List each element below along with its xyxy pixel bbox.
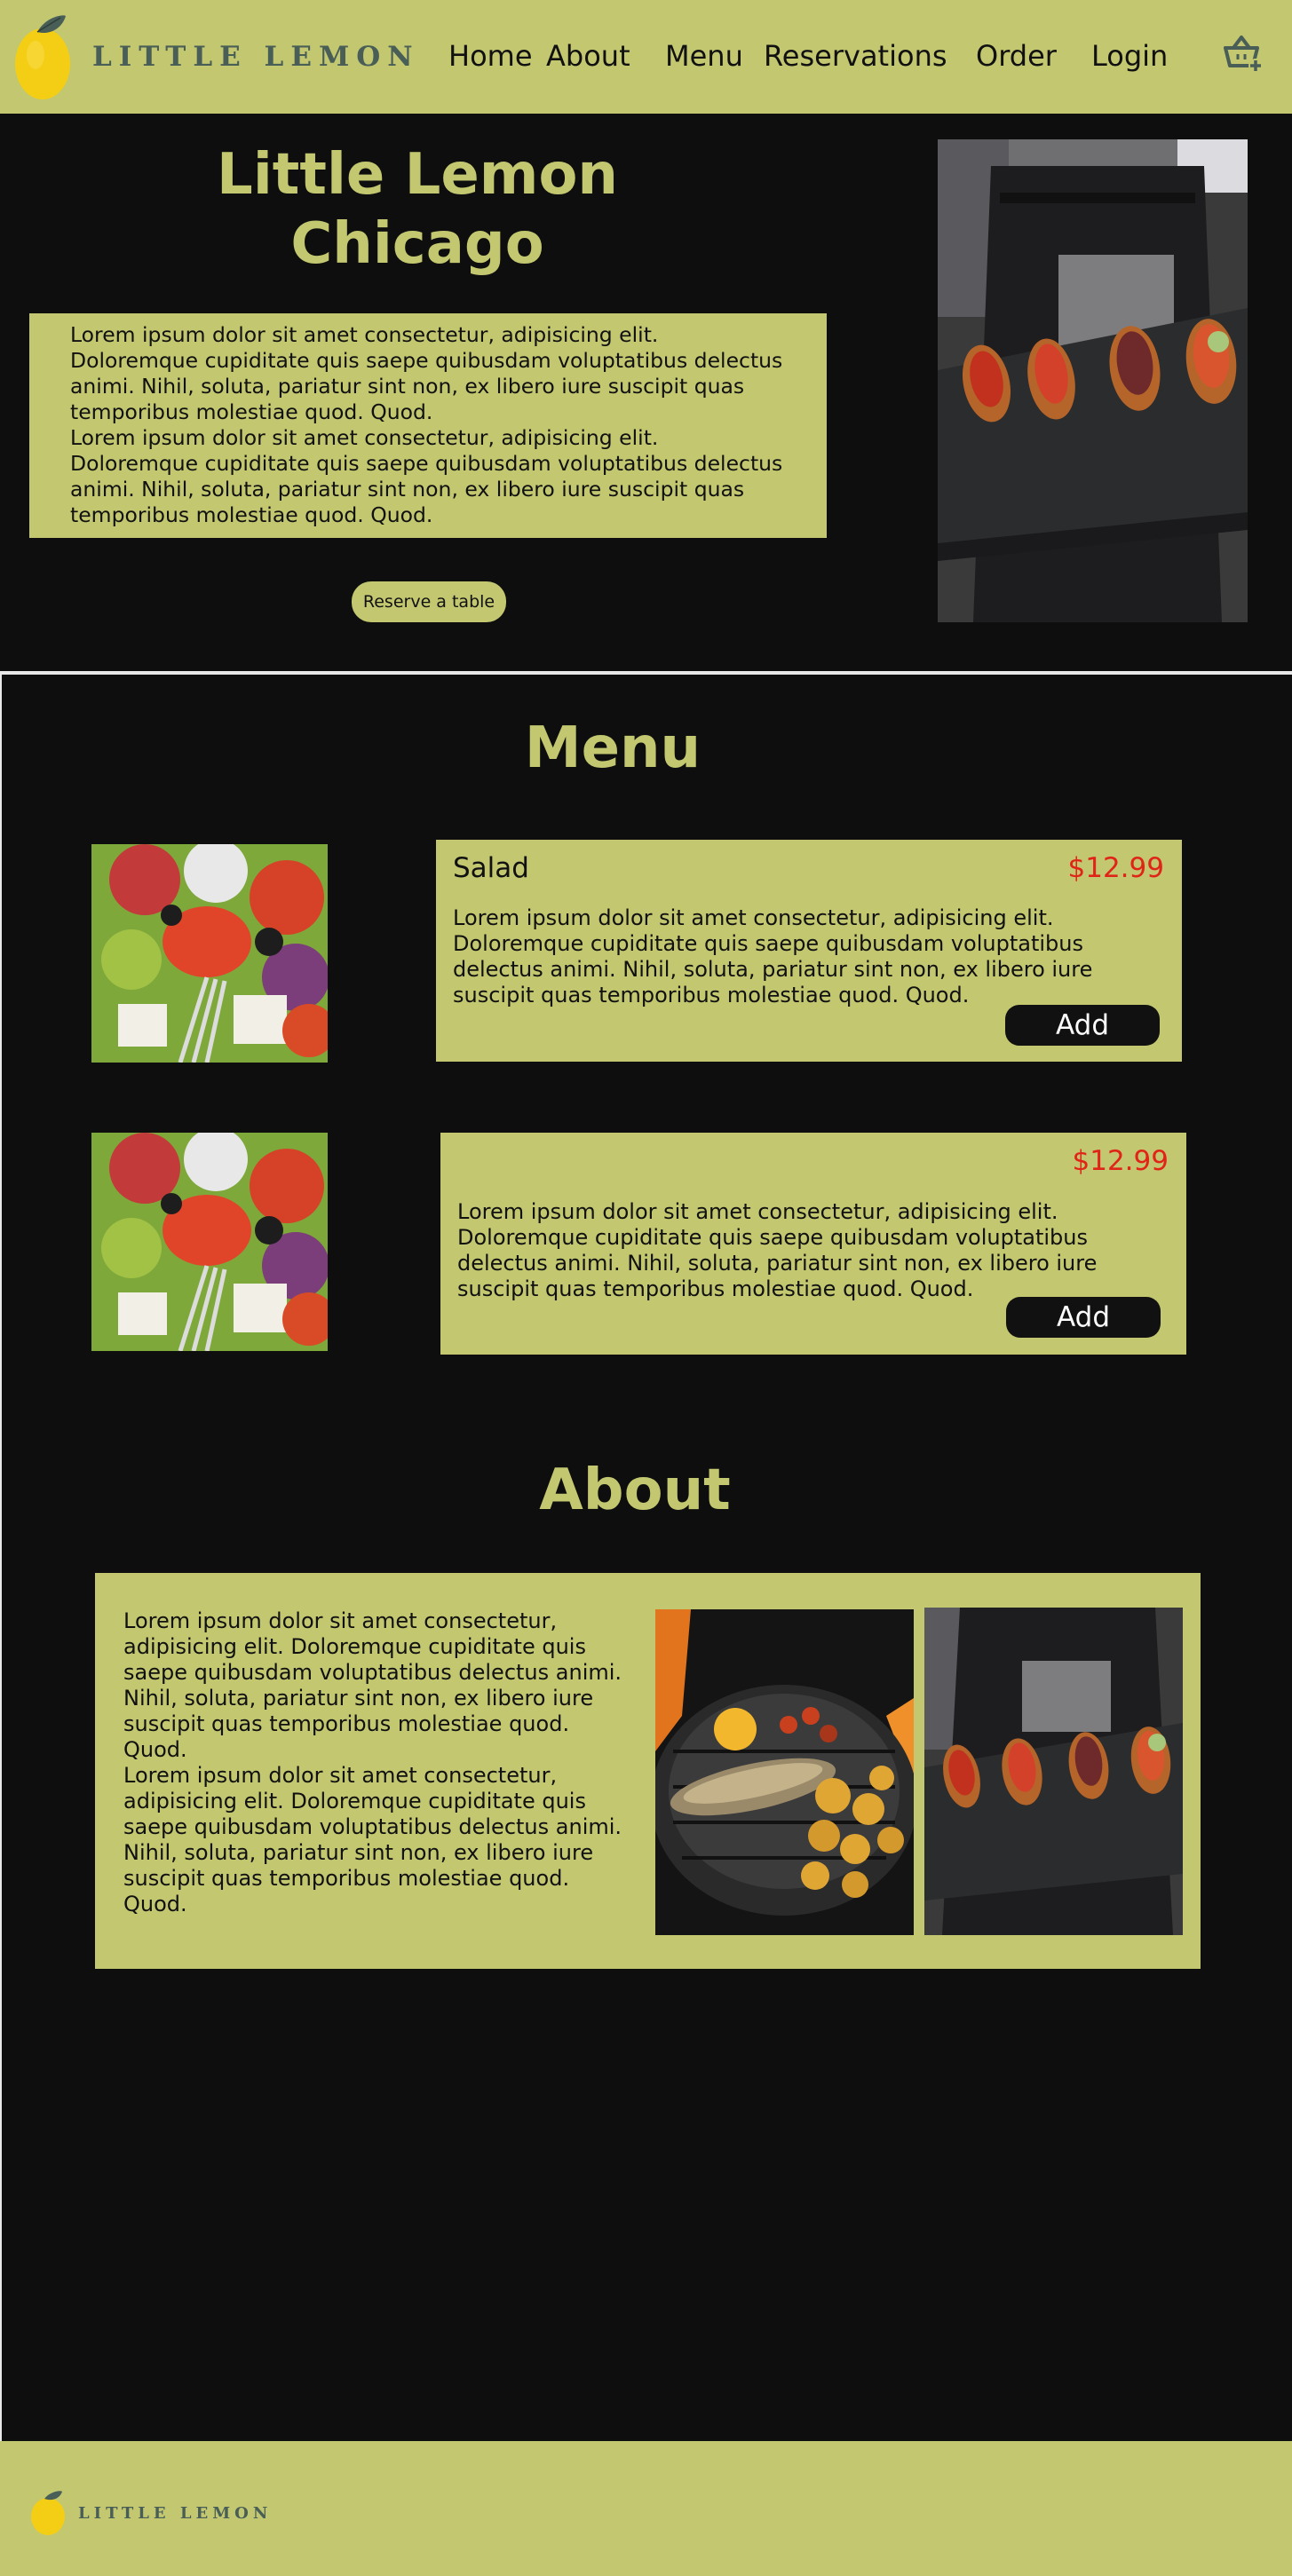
nav-order[interactable]: Order xyxy=(976,39,1057,73)
nav-login[interactable]: Login xyxy=(1091,39,1168,73)
about-card: Lorem ipsum dolor sit amet consectetur, … xyxy=(95,1573,1201,1969)
about-title: About xyxy=(539,1458,731,1523)
lemon-logo-icon[interactable] xyxy=(28,2490,67,2536)
hero-title-line1: Little Lemon xyxy=(217,142,618,208)
hero-title-line2: Chicago xyxy=(290,211,544,277)
nav-menu[interactable]: Menu xyxy=(665,39,743,73)
hero-title: Little Lemon Chicago xyxy=(133,140,701,279)
menu-item-description: Lorem ipsum dolor sit amet consectetur, … xyxy=(457,1199,1098,1301)
about-text: Lorem ipsum dolor sit amet consectetur, … xyxy=(123,1608,630,1917)
about-paragraph-1: Lorem ipsum dolor sit amet consectetur, … xyxy=(123,1608,622,1762)
menu-item-price: $12.99 xyxy=(1072,1145,1169,1177)
add-to-order-button[interactable]: Add xyxy=(1005,1005,1160,1046)
section-divider xyxy=(0,671,1292,675)
menu-item-price: $12.99 xyxy=(1067,852,1164,884)
grilled-fish-image xyxy=(655,1609,914,1935)
site-footer: LITTLE LEMON xyxy=(0,2441,1292,2576)
hero-description: Lorem ipsum dolor sit amet consectetur, … xyxy=(29,313,827,538)
nav-reservations[interactable]: Reservations xyxy=(764,39,947,73)
nav-home[interactable]: Home xyxy=(448,39,533,73)
bruschetta-tray-image xyxy=(924,1608,1183,1935)
hero-bruschetta-image xyxy=(938,139,1248,622)
menu-title: Menu xyxy=(524,715,701,781)
menu-item-description: Lorem ipsum dolor sit amet consectetur, … xyxy=(453,905,1093,1007)
menu-item-name: Salad xyxy=(453,852,529,884)
brand-name[interactable]: LITTLE LEMON xyxy=(92,41,420,73)
menu-item-card: Salad $12.99 Lorem ipsum dolor sit amet … xyxy=(436,840,1182,1062)
lemon-logo-icon[interactable] xyxy=(11,12,75,101)
nav-about[interactable]: About xyxy=(546,39,630,73)
footer-brand-name[interactable]: LITTLE LEMON xyxy=(78,2504,272,2523)
menu-item-card: $12.99 Lorem ipsum dolor sit amet consec… xyxy=(440,1133,1186,1355)
hero-paragraph-2: Lorem ipsum dolor sit amet consectetur, … xyxy=(70,425,783,527)
reserve-table-button[interactable]: Reserve a table xyxy=(352,581,506,622)
add-to-order-button[interactable]: Add xyxy=(1006,1297,1161,1338)
basket-add-icon[interactable] xyxy=(1222,32,1264,75)
hero-paragraph-1: Lorem ipsum dolor sit amet consectetur, … xyxy=(70,322,783,424)
site-header: LITTLE LEMON Home About Menu Reservation… xyxy=(0,0,1292,114)
section-left-border xyxy=(0,675,2,2441)
salad-image[interactable] xyxy=(91,844,328,1063)
salad-image[interactable] xyxy=(91,1133,328,1351)
about-paragraph-2: Lorem ipsum dolor sit amet consectetur, … xyxy=(123,1763,622,1916)
